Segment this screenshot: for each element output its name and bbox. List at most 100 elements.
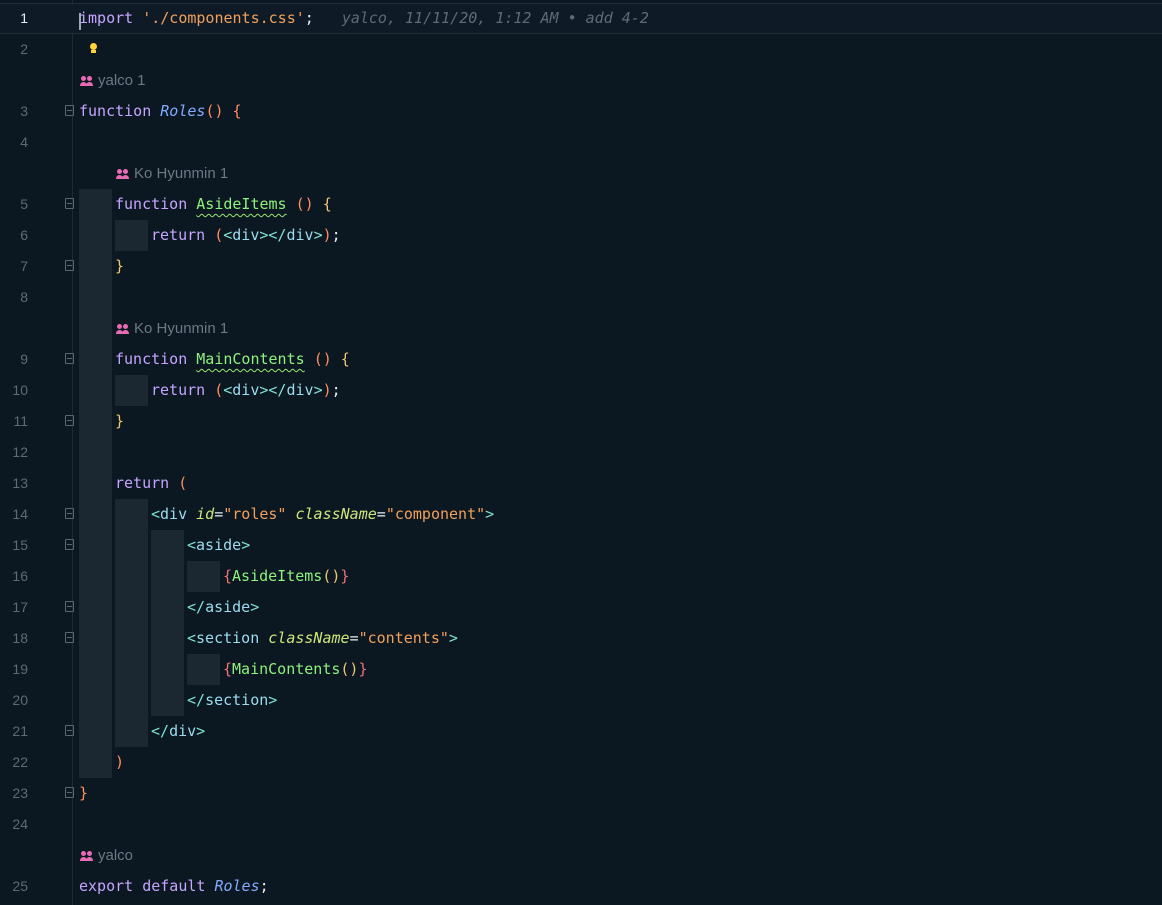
code-token: < <box>223 381 233 399</box>
fold-collapse-icon[interactable] <box>65 508 74 519</box>
code-line[interactable]: 14 <div id="roles" className="component"> <box>0 499 1162 530</box>
code-token: () <box>205 102 224 120</box>
code-token: div <box>169 722 197 740</box>
code-token: = <box>349 629 359 647</box>
line-number[interactable]: 4 <box>0 127 28 158</box>
code-token: AsideItems <box>232 567 323 585</box>
code-token: () <box>295 195 314 213</box>
code-line[interactable]: 12 <box>0 437 1162 468</box>
code-line[interactable]: 23} <box>0 778 1162 809</box>
line-number[interactable]: 12 <box>0 437 28 468</box>
line-number[interactable]: 21 <box>0 716 28 747</box>
fold-collapse-icon[interactable] <box>65 105 74 116</box>
line-number[interactable]: 1 <box>0 3 28 34</box>
code-text: </aside> <box>187 592 259 623</box>
line-number[interactable]: 15 <box>0 530 28 561</box>
code-token: } <box>79 784 89 802</box>
code-line[interactable]: 21 </div> <box>0 716 1162 747</box>
code-line[interactable]: 15 <aside> <box>0 530 1162 561</box>
code-line[interactable]: 2 <box>0 34 1162 65</box>
line-number[interactable]: 14 <box>0 499 28 530</box>
fold-collapse-icon[interactable] <box>65 632 74 643</box>
code-token: = <box>376 505 386 523</box>
codelens-row: yalco 1 <box>0 65 1162 96</box>
code-text: } <box>115 251 124 282</box>
code-line[interactable]: 25 export default Roles; <box>0 871 1162 902</box>
fold-collapse-icon[interactable] <box>65 353 74 364</box>
code-line[interactable]: 20 </section> <box>0 685 1162 716</box>
codelens-authors[interactable]: Ko Hyunmin 1 <box>115 313 228 344</box>
code-line[interactable]: 4 <box>0 127 1162 158</box>
line-number[interactable]: 17 <box>0 592 28 623</box>
code-token: < <box>187 536 197 554</box>
code-token: > <box>313 226 323 244</box>
code-token: () <box>340 660 359 678</box>
code-line[interactable]: 9 function MainContents () { <box>0 344 1162 375</box>
code-token: ) <box>322 226 332 244</box>
code-token: > <box>196 722 206 740</box>
codelens-authors[interactable]: yalco <box>79 840 133 871</box>
code-line[interactable]: 6 return (<div></div>); <box>0 220 1162 251</box>
line-number[interactable]: 18 <box>0 623 28 654</box>
line-number[interactable]: 23 <box>0 778 28 809</box>
code-line[interactable]: 17 </aside> <box>0 592 1162 623</box>
line-number[interactable]: 22 <box>0 747 28 778</box>
code-token: ; <box>304 9 314 27</box>
fold-collapse-icon[interactable] <box>65 198 74 209</box>
line-number[interactable]: 6 <box>0 220 28 251</box>
line-number[interactable]: 11 <box>0 406 28 437</box>
code-line[interactable]: 16 {AsideItems()} <box>0 561 1162 592</box>
code-line[interactable]: 5 function AsideItems () { <box>0 189 1162 220</box>
line-number[interactable]: 24 <box>0 809 28 840</box>
code-token: ) <box>115 753 125 771</box>
git-blame-annotation: yalco, 11/11/20, 1:12 AM • add 4-2 <box>341 9 649 27</box>
line-number[interactable]: 20 <box>0 685 28 716</box>
line-number[interactable]: 25 <box>0 871 28 902</box>
code-line[interactable]: 8 <box>0 282 1162 313</box>
fold-end-marker-icon[interactable] <box>65 260 74 271</box>
codelens-authors[interactable]: Ko Hyunmin 1 <box>115 158 228 189</box>
fold-end-marker-icon[interactable] <box>65 787 74 798</box>
line-number[interactable]: 9 <box>0 344 28 375</box>
code-line[interactable]: 11} <box>0 406 1162 437</box>
line-number[interactable]: 5 <box>0 189 28 220</box>
code-line[interactable]: 19 {MainContents()} <box>0 654 1162 685</box>
line-number[interactable]: 3 <box>0 96 28 127</box>
code-text: } <box>115 406 124 437</box>
codelens-authors[interactable]: yalco 1 <box>79 65 146 96</box>
code-token: ></ <box>259 381 287 399</box>
code-line[interactable]: 10 return (<div></div>); <box>0 375 1162 406</box>
fold-end-marker-icon[interactable] <box>65 415 74 426</box>
people-icon <box>115 169 131 179</box>
code-line[interactable]: 24 <box>0 809 1162 840</box>
code-token: { <box>322 195 332 213</box>
code-text: } <box>79 778 88 809</box>
line-number[interactable]: 13 <box>0 468 28 499</box>
fold-collapse-icon[interactable] <box>65 539 74 550</box>
fold-end-marker-icon[interactable] <box>65 601 74 612</box>
line-number[interactable]: 8 <box>0 282 28 313</box>
line-number[interactable]: 2 <box>0 34 28 65</box>
code-line[interactable]: 3 function Roles() { <box>0 96 1162 127</box>
line-number[interactable]: 7 <box>0 251 28 282</box>
code-token: < <box>223 226 233 244</box>
code-line[interactable]: 1 import './components.css'; yalco, 11/11/… <box>0 3 1162 34</box>
lightbulb-icon[interactable] <box>86 41 100 55</box>
code-line[interactable]: 7} <box>0 251 1162 282</box>
code-editor[interactable]: 1 import './components.css'; yalco, 11/11/… <box>0 0 1162 905</box>
code-line[interactable]: 22) <box>0 747 1162 778</box>
line-number[interactable]: 16 <box>0 561 28 592</box>
line-number[interactable]: 19 <box>0 654 28 685</box>
code-token: div <box>160 505 188 523</box>
code-line[interactable]: 13 return ( <box>0 468 1162 499</box>
fold-end-marker-icon[interactable] <box>65 725 74 736</box>
code-line[interactable]: 18 <section className="contents"> <box>0 623 1162 654</box>
code-token: function <box>115 195 188 213</box>
code-token: { <box>223 660 233 678</box>
line-number[interactable]: 10 <box>0 375 28 406</box>
